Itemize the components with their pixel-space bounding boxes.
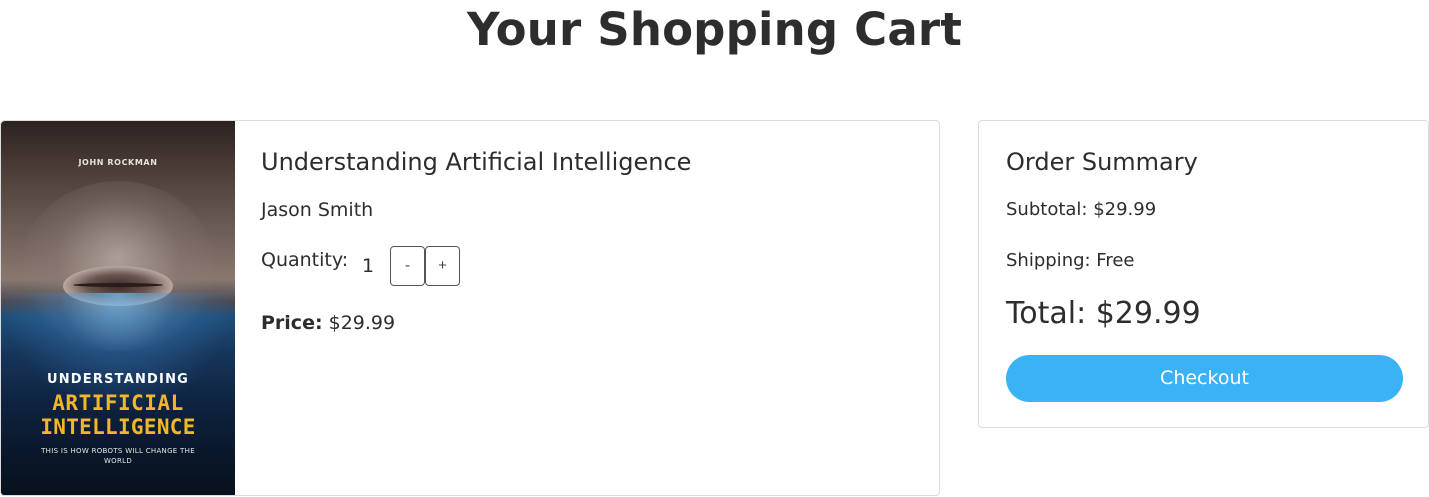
item-price: Price: $29.99 <box>261 312 395 334</box>
cover-tagline: THIS IS HOW ROBOTS WILL CHANGE THE WORLD <box>41 447 195 465</box>
cover-title-line-3: INTELLIGENCE <box>40 415 196 439</box>
quantity-value: 1 <box>362 255 375 277</box>
price-label: Price: <box>261 312 323 334</box>
checkout-button[interactable]: Checkout <box>1006 355 1403 402</box>
order-summary: Order Summary Subtotal: $29.99 Shipping:… <box>978 120 1429 428</box>
order-summary-title: Order Summary <box>1006 148 1198 176</box>
increment-quantity-button[interactable]: + <box>425 246 460 286</box>
cover-title-line-1: UNDERSTANDING <box>46 372 190 387</box>
book-cover-image: JOHN ROCKMAN UNDERSTANDING ARTIFICIAL IN… <box>1 121 235 495</box>
shopping-cart-page: Your Shopping Cart JOHN ROCKMAN UNDERSTA… <box>0 0 1429 497</box>
subtotal: Subtotal: $29.99 <box>1006 199 1157 220</box>
quantity-label: Quantity: <box>261 249 349 271</box>
cover-author: JOHN ROCKMAN <box>78 158 158 167</box>
cover-title-line-2: ARTIFICIAL <box>52 391 184 415</box>
shipping: Shipping: Free <box>1006 250 1135 271</box>
page-title: Your Shopping Cart <box>466 3 963 56</box>
cover-lip-line <box>73 283 163 287</box>
total: Total: $29.99 <box>1006 296 1201 331</box>
quantity-control: Quantity: 1 - + <box>261 246 521 286</box>
decrement-quantity-button[interactable]: - <box>390 246 425 286</box>
item-title: Understanding Artificial Intelligence <box>261 148 692 176</box>
item-author: Jason Smith <box>261 199 374 221</box>
price-value: $29.99 <box>328 312 396 334</box>
cart-item: JOHN ROCKMAN UNDERSTANDING ARTIFICIAL IN… <box>0 120 940 496</box>
